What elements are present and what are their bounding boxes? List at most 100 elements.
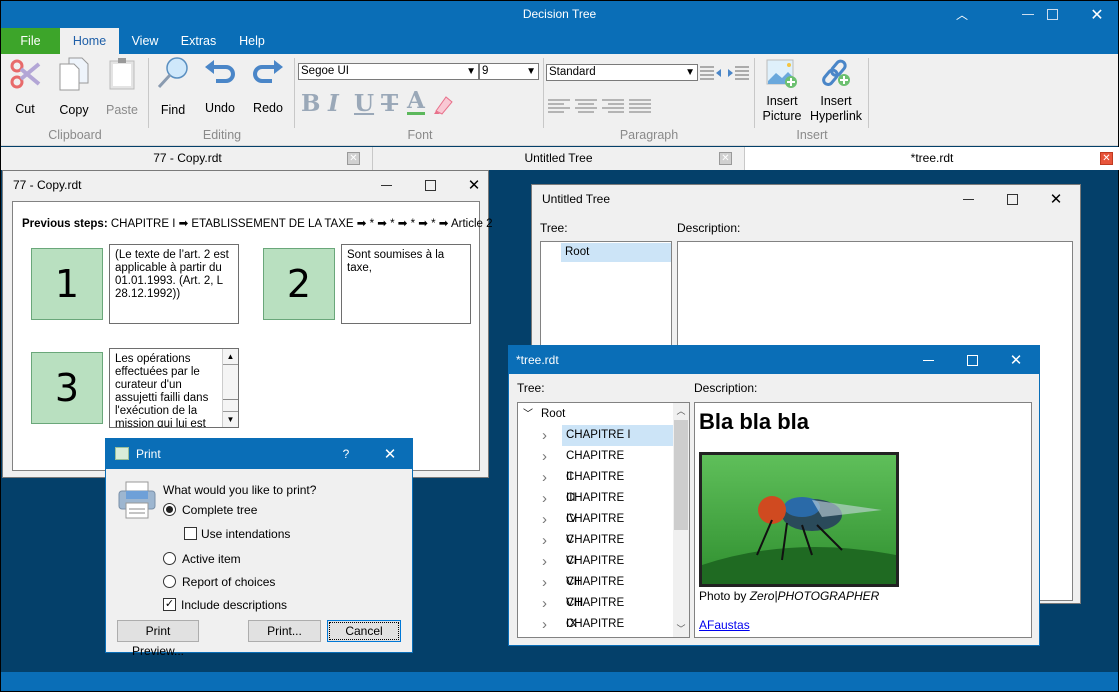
chevron-right-icon[interactable]: › xyxy=(542,593,547,614)
scroll-down-icon[interactable]: ▼ xyxy=(223,411,238,427)
scrollbar[interactable]: ▲ ▼ xyxy=(222,349,238,427)
scroll-thumb[interactable] xyxy=(674,420,688,530)
maximize-button[interactable] xyxy=(408,171,452,199)
chevron-right-icon[interactable]: › xyxy=(542,446,547,467)
chevron-right-icon[interactable]: › xyxy=(542,509,547,530)
tree-scrollbar[interactable]: ︿ ﹀ xyxy=(673,403,689,637)
align-right-icon[interactable] xyxy=(602,99,624,115)
close-button[interactable]: ✕ xyxy=(1074,1,1119,28)
insert-hyperlink-button[interactable]: Insert Hyperlink xyxy=(807,56,865,126)
chevron-right-icon[interactable]: › xyxy=(542,551,547,572)
choice-number-2[interactable]: 2 xyxy=(263,248,335,320)
scroll-down-icon[interactable]: ﹀ xyxy=(673,621,689,637)
radio-report-of-choices-label[interactable]: Report of choices xyxy=(182,575,275,589)
chevron-right-icon[interactable]: › xyxy=(542,572,547,593)
radio-complete-tree[interactable] xyxy=(163,503,176,516)
tab-home[interactable]: Home xyxy=(60,28,119,54)
tab-view[interactable]: View xyxy=(121,28,169,54)
collapse-ribbon-button[interactable]: ︿ xyxy=(939,1,985,28)
highlighter-icon[interactable] xyxy=(432,93,454,115)
scroll-thumb[interactable] xyxy=(223,366,238,400)
decrease-indent-icon[interactable] xyxy=(700,66,722,80)
close-button[interactable]: ✕ xyxy=(368,439,412,469)
maximize-icon xyxy=(1006,193,1018,205)
chevron-right-icon[interactable]: › xyxy=(542,488,547,509)
tree-node-root[interactable]: Root xyxy=(561,243,671,262)
find-button[interactable]: Find xyxy=(153,56,193,122)
chevron-right-icon[interactable]: › xyxy=(542,425,547,446)
window-title-bar: Untitled Tree ✕ xyxy=(532,185,1080,213)
redo-button[interactable]: Redo xyxy=(247,56,289,122)
insert-hyperlink-label: Insert Hyperlink xyxy=(807,94,865,124)
choice-number-3[interactable]: 3 xyxy=(31,352,103,424)
close-button[interactable]: ✕ xyxy=(452,171,496,199)
checkbox-use-indentations[interactable] xyxy=(184,527,197,540)
close-button[interactable]: ✕ xyxy=(994,346,1038,374)
undo-button[interactable]: Undo xyxy=(199,56,241,122)
align-justify-icon[interactable] xyxy=(629,99,651,115)
choice-text-1[interactable]: (Le texte de l’art. 2 est applicable à p… xyxy=(109,244,239,324)
radio-report-of-choices[interactable] xyxy=(163,575,176,588)
doc-tab-tree[interactable]: *tree.rdt ✕ xyxy=(745,147,1119,170)
minimize-button[interactable] xyxy=(906,346,950,374)
chevron-down-icon[interactable]: ﹀ xyxy=(523,404,533,425)
tab-file[interactable]: File xyxy=(1,28,60,54)
insert-picture-button[interactable]: Insert Picture xyxy=(759,56,805,126)
dialog-title-bar: Print ? ✕ xyxy=(106,439,412,469)
minimize-button[interactable] xyxy=(364,171,408,199)
chevron-right-icon[interactable]: › xyxy=(542,467,547,488)
previous-steps-path[interactable]: CHAPITRE I ➡ ETABLISSEMENT DE LA TAXE ➡ … xyxy=(111,218,493,230)
close-tab-icon[interactable]: ✕ xyxy=(719,152,732,165)
paste-button[interactable]: Paste xyxy=(101,56,143,122)
font-size-select[interactable]: 9 ▼ xyxy=(479,63,539,80)
doc-tab-copy[interactable]: 77 - Copy.rdt ✕ xyxy=(3,147,373,170)
doc-tab-untitled[interactable]: Untitled Tree ✕ xyxy=(373,147,745,170)
help-button[interactable]: ? xyxy=(324,439,368,469)
radio-complete-tree-label[interactable]: Complete tree xyxy=(182,503,257,517)
scroll-up-icon[interactable]: ▲ xyxy=(223,349,238,365)
choice-text-2[interactable]: Sont soumises à la taxe, xyxy=(341,244,471,324)
tab-extras[interactable]: Extras xyxy=(171,28,226,54)
chevron-right-icon[interactable]: › xyxy=(542,614,547,635)
bold-button[interactable]: B xyxy=(301,90,320,117)
radio-active-item[interactable] xyxy=(163,552,176,565)
align-center-icon[interactable] xyxy=(575,99,597,115)
dropdown-arrow-icon: ▼ xyxy=(685,67,695,78)
print-preview-button[interactable]: Print Preview... xyxy=(117,620,199,658)
maximize-button[interactable] xyxy=(950,346,994,374)
font-color-button[interactable]: A xyxy=(407,89,425,115)
choice-number-1[interactable]: 1 xyxy=(31,248,103,320)
insert-picture-label-line2: Picture xyxy=(762,109,802,123)
cancel-button[interactable]: Cancel xyxy=(327,620,401,642)
copy-button[interactable]: Copy xyxy=(51,56,97,122)
underline-button[interactable]: U xyxy=(354,90,374,117)
maximize-button[interactable] xyxy=(1029,1,1075,28)
minimize-button[interactable] xyxy=(946,185,990,213)
scroll-up-icon[interactable]: ︿ xyxy=(673,403,689,419)
checkbox-include-descriptions-label[interactable]: Include descriptions xyxy=(181,598,287,612)
checkbox-include-descriptions[interactable]: ✓ xyxy=(163,598,176,611)
close-button[interactable]: ✕ xyxy=(1034,185,1078,213)
print-button[interactable]: Print... xyxy=(248,620,321,642)
font-family-select[interactable]: Segoe UI ▼ xyxy=(298,63,479,80)
close-tab-icon[interactable]: ✕ xyxy=(347,152,360,165)
checkbox-use-indentations-label[interactable]: Use intendations xyxy=(201,527,290,541)
strikethrough-button[interactable]: T xyxy=(381,90,398,117)
cut-button[interactable]: Cut xyxy=(5,56,45,122)
maximize-button[interactable] xyxy=(990,185,1034,213)
window-tree: *tree.rdt ✕ Tree: Description: ﹀ Root › C… xyxy=(508,345,1040,646)
paste-label: Paste xyxy=(106,103,138,117)
author-link[interactable]: AFaustas xyxy=(699,618,750,632)
choice-text-3[interactable]: Les opérations effectuées par le curateu… xyxy=(109,348,239,428)
tab-help[interactable]: Help xyxy=(229,28,275,54)
checkmark-icon: ✓ xyxy=(164,598,175,610)
close-tab-icon[interactable]: ✕ xyxy=(1100,152,1113,165)
italic-button[interactable]: I xyxy=(328,90,339,117)
align-left-icon[interactable] xyxy=(548,99,570,115)
tree-view[interactable]: ﹀ Root › CHAPITRE I › CHAPITRE II › CHAPITRE … xyxy=(517,402,690,638)
increase-indent-icon[interactable] xyxy=(727,66,749,80)
chevron-right-icon[interactable]: › xyxy=(542,530,547,551)
paragraph-style-select[interactable]: Standard ▼ xyxy=(546,64,698,81)
description-view[interactable]: Bla bla bla Photo by Zero|PHOTOGRAPHER A… xyxy=(694,402,1032,638)
radio-active-item-label[interactable]: Active item xyxy=(182,552,241,566)
